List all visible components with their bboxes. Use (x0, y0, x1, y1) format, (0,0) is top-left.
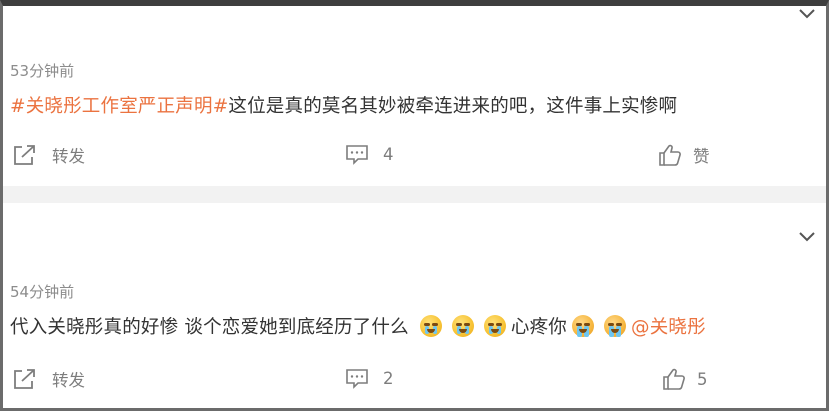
thumbs-up-icon (657, 143, 683, 167)
comment-button[interactable]: 2 (345, 367, 394, 389)
comment-button[interactable]: 4 (345, 143, 394, 165)
repost-label: 转发 (52, 371, 85, 390)
comment-card: 54分钟前 代入关晓彤真的好惨 谈个恋爱她到底经历了什么 心疼你 @关晓彤 转发 (3, 203, 826, 408)
like-label: 赞 (693, 147, 710, 166)
hashtag-link[interactable]: #关晓彤工作室严正声明# (10, 96, 228, 117)
comment-actions: 转发 4 赞 (3, 143, 826, 171)
like-button[interactable]: 赞 (657, 143, 710, 167)
share-icon (12, 143, 38, 167)
like-button[interactable]: 5 (661, 367, 708, 391)
repost-button[interactable]: 转发 (12, 143, 85, 167)
comment-card: 53分钟前 #关晓彤工作室严正声明#这位是真的莫名其妙被牵连进来的吧，这件事上实… (3, 6, 826, 186)
comment-actions: 转发 2 5 (3, 367, 826, 395)
comment-icon (345, 367, 369, 389)
comment-count: 4 (383, 144, 394, 164)
like-count: 5 (697, 369, 708, 389)
user-mention-link[interactable]: @关晓彤 (631, 317, 706, 338)
comment-icon (345, 143, 369, 165)
comment-time: 53分钟前 (10, 62, 75, 80)
sobbing-emoji-icon (604, 315, 626, 337)
crying-emoji-icon (419, 315, 442, 337)
comment-content: #关晓彤工作室严正声明#这位是真的莫名其妙被牵连进来的吧，这件事上实惨啊 (10, 92, 677, 118)
thumbs-up-icon (661, 367, 687, 391)
comment-text: 代入关晓彤真的好惨 谈个恋爱她到底经历了什么 (10, 317, 409, 338)
comment-content: 代入关晓彤真的好惨 谈个恋爱她到底经历了什么 心疼你 @关晓彤 (10, 313, 706, 339)
sobbing-emoji-icon (572, 315, 594, 337)
comment-text: 这位是真的莫名其妙被牵连进来的吧，这件事上实惨啊 (228, 96, 678, 117)
comment-time: 54分钟前 (10, 283, 75, 301)
chevron-down-icon[interactable] (798, 8, 816, 20)
crying-emoji-icon (483, 315, 506, 337)
comment-count: 2 (383, 368, 394, 388)
chevron-down-icon[interactable] (798, 231, 816, 243)
repost-label: 转发 (52, 147, 85, 166)
comment-separator (3, 186, 826, 203)
comment-text-middle: 心疼你 (510, 317, 567, 338)
repost-button[interactable]: 转发 (12, 367, 85, 391)
share-icon (12, 367, 38, 391)
crying-emoji-icon (451, 315, 474, 337)
